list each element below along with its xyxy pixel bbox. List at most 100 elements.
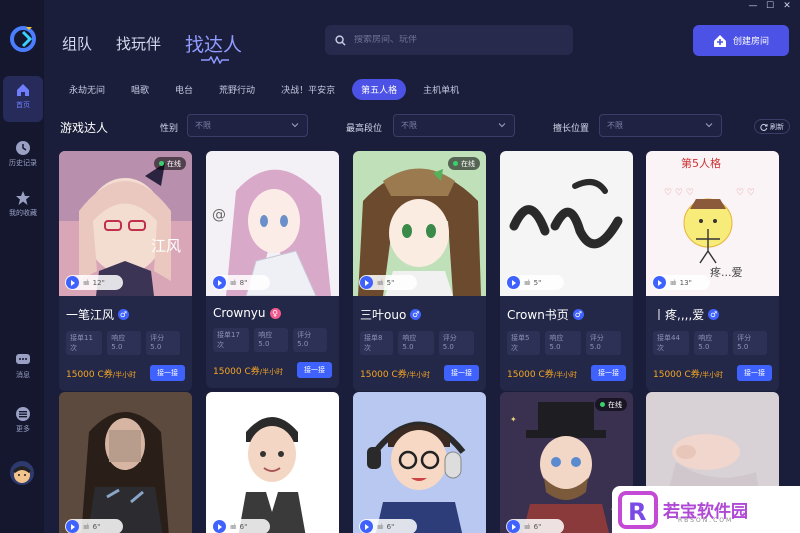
home-icon — [17, 84, 29, 96]
section-title: 游戏达人 — [60, 121, 109, 135]
card-photo-image — [353, 392, 486, 533]
minimize-icon[interactable]: — — [746, 0, 760, 12]
refresh-label: 刷新 — [770, 122, 784, 131]
voice-intro-button[interactable]: ıııılı 13" — [652, 275, 710, 290]
rating-score: 评分 5.0 — [146, 331, 180, 355]
app-logo — [10, 26, 36, 52]
doodle-caption: 疼...爱 — [710, 265, 743, 279]
voice-intro-button[interactable]: ıııılı 6" — [359, 519, 417, 533]
waveform-icon: ıııılı — [670, 278, 677, 287]
play-icon — [360, 276, 373, 289]
male-icon: ♂ — [572, 309, 584, 320]
price-value: 15000 C券 — [360, 369, 407, 380]
user-avatar[interactable] — [10, 461, 34, 485]
voice-intro-button[interactable]: ıııılı 6" — [506, 519, 564, 533]
window-controls: — ☐ ✕ — [743, 0, 794, 12]
svg-text:♡ ♡: ♡ ♡ — [736, 188, 755, 198]
waveform-icon: ıııılı — [377, 278, 384, 287]
rank-select[interactable]: 不限 — [393, 114, 515, 137]
sidebar-item-label: 历史记录 — [9, 159, 37, 167]
clock-icon — [16, 141, 30, 155]
nav-find-partner[interactable]: 找玩伴 — [116, 33, 161, 54]
search-input[interactable] — [354, 35, 554, 45]
voice-duration: 8" — [239, 278, 248, 287]
expert-card[interactable]: ıııılı 5" Crown书页 ♂ 接单5次 响应 5.0 评分 5.0 15000… — [500, 151, 633, 391]
rating-score: 评分 5.0 — [733, 331, 767, 355]
play-icon — [360, 520, 373, 533]
voice-intro-button[interactable]: ıııılı 5" — [506, 275, 564, 290]
active-wave-icon — [201, 56, 230, 64]
rank-select-value: 不限 — [401, 121, 417, 130]
voice-intro-button[interactable]: ıııılı 12" — [65, 275, 123, 290]
voice-duration: 12" — [92, 278, 105, 287]
female-icon: ♀ — [269, 307, 281, 319]
sidebar-item-favorites[interactable]: 我的收藏 — [3, 184, 43, 230]
tab-sing[interactable]: 唱歌 — [122, 79, 158, 100]
svg-text:✦: ✦ — [510, 415, 517, 424]
waveform-icon: ıııılı — [83, 522, 90, 531]
card-photo: 在线 ıııılı 5" — [353, 151, 486, 296]
book-button[interactable]: 接一接 — [737, 365, 772, 381]
price: 15000 C券/半小时 — [66, 367, 136, 380]
book-button[interactable]: 接一接 — [150, 365, 185, 381]
male-icon: ♂ — [410, 309, 422, 320]
gender-select[interactable]: 不限 — [187, 114, 308, 137]
left-sidebar: 首页 历史记录 我的收藏 消息 更多 — [0, 0, 44, 533]
refresh-button[interactable]: 刷新 — [754, 119, 790, 134]
rank-filter-label: 最高段位 — [346, 124, 383, 134]
nav-team[interactable]: 组队 — [62, 33, 92, 54]
tab-knives-out[interactable]: 荒野行动 — [210, 79, 264, 100]
sidebar-item-messages[interactable]: 消息 — [3, 346, 43, 392]
tab-radio[interactable]: 电台 — [166, 79, 202, 100]
expert-card[interactable]: ıııılı 6" — [353, 392, 486, 533]
book-button[interactable]: 接一接 — [297, 362, 332, 378]
expert-card[interactable]: ıııılı 6" — [206, 392, 339, 533]
create-room-button[interactable]: 创建房间 — [693, 25, 789, 56]
card-photo: @ ıııılı 8" — [206, 151, 339, 296]
sidebar-item-home[interactable]: 首页 — [3, 76, 43, 122]
expert-card[interactable]: @ ıııılı 8" Crownyu ♀ 接单17次 响应 5.0 评分 5.0 15… — [206, 151, 339, 388]
nav-find-expert[interactable]: 找达人 — [185, 30, 242, 64]
close-icon[interactable]: ✕ — [780, 0, 794, 12]
sidebar-item-label: 消息 — [16, 371, 30, 379]
game-tabs: 永劫无间 唱歌 电台 荒野行动 决战！平安京 第五人格 主机单机 — [60, 79, 476, 100]
expert-card[interactable]: 第5人格 ♡ ♡ ♡ ♡ ♡ 疼...爱 ıııılı 13" 丨疼,,,,爱 ♂ … — [646, 151, 779, 391]
chevron-down-icon — [498, 123, 506, 128]
sidebar-item-history[interactable]: 历史记录 — [3, 134, 43, 180]
maximize-icon[interactable]: ☐ — [763, 0, 777, 12]
expert-card[interactable]: ıııılı 6" — [59, 392, 192, 533]
voice-intro-button[interactable]: ıııılı 5" — [359, 275, 417, 290]
book-button[interactable]: 接一接 — [444, 365, 479, 381]
order-count: 接单8次 — [360, 331, 394, 355]
tab-console[interactable]: 主机单机 — [414, 79, 468, 100]
position-select[interactable]: 不限 — [599, 114, 722, 137]
expert-card[interactable]: 江风 在线 ıııılı 12" 一笔江风 ♂ 接单11次 响应 5.0 评分 5.0 … — [59, 151, 192, 391]
play-icon — [507, 276, 520, 289]
voice-intro-button[interactable]: ıııılı 6" — [65, 519, 123, 533]
play-icon — [213, 276, 226, 289]
sidebar-item-label: 我的收藏 — [9, 209, 37, 217]
play-icon — [507, 520, 520, 533]
voice-intro-button[interactable]: ıııılı 6" — [212, 519, 270, 533]
waveform-icon: ıııılı — [377, 522, 384, 531]
voice-duration: 6" — [386, 522, 395, 531]
search-box[interactable] — [325, 25, 573, 55]
tab-yongjie[interactable]: 永劫无间 — [60, 79, 114, 100]
order-count: 接单11次 — [66, 331, 103, 355]
sidebar-item-more[interactable]: 更多 — [3, 400, 43, 446]
house-plus-icon — [713, 34, 726, 47]
voice-intro-button[interactable]: ıııılı 8" — [212, 275, 270, 290]
online-text: 在线 — [461, 159, 475, 168]
card-photo-caption: 江风 — [151, 237, 181, 255]
tab-identity-v[interactable]: 第五人格 — [352, 79, 407, 100]
tab-onmyoji-arena[interactable]: 决战！平安京 — [272, 79, 344, 100]
price: 15000 C券/半小时 — [507, 367, 577, 380]
card-photo: ıııılı 6" — [206, 392, 339, 533]
refresh-icon — [760, 123, 768, 131]
price-value: 15000 C券 — [653, 369, 700, 380]
top-nav: 组队 找玩伴 找达人 — [62, 30, 266, 64]
book-button[interactable]: 接一接 — [591, 365, 626, 381]
expert-card[interactable]: 在线 ıııılı 5" 三叶ouo ♂ 接单8次 响应 5.0 评分 5.0 1500… — [353, 151, 486, 391]
order-count: 接单17次 — [213, 328, 250, 352]
search-icon — [335, 34, 346, 46]
